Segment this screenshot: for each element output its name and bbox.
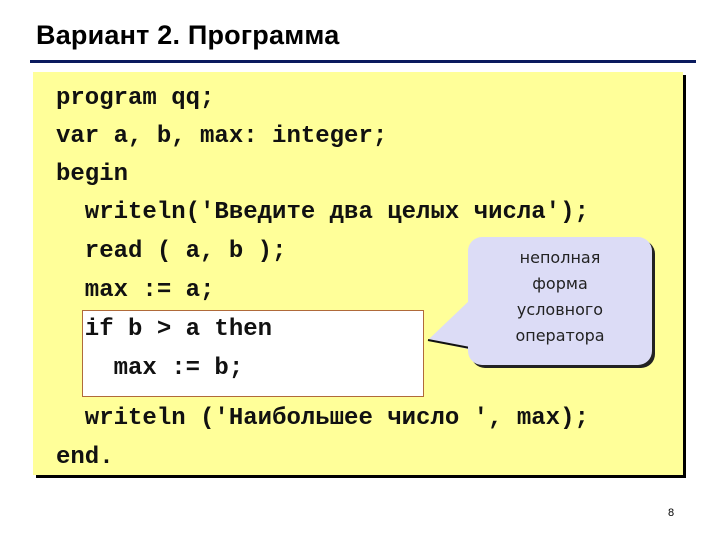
code-line: writeln ('Наибольшее число ', max); bbox=[56, 405, 589, 432]
code-line: begin bbox=[56, 161, 129, 188]
code-line: read ( a, b ); bbox=[56, 238, 287, 265]
code-line: max := a; bbox=[56, 277, 215, 304]
callout-line: оператора bbox=[515, 326, 605, 345]
title-underline bbox=[30, 60, 696, 63]
code-line: if b > a then bbox=[56, 316, 273, 343]
callout-line: условного bbox=[516, 300, 604, 319]
slide-title: Вариант 2. Программа bbox=[36, 20, 340, 50]
code-line: end. bbox=[56, 444, 114, 471]
callout-bubble: неполная форма условного оператора bbox=[468, 237, 652, 365]
code-line: program qq; bbox=[56, 85, 215, 112]
code-line: max := b; bbox=[56, 355, 244, 382]
code-line: writeln('Введите два целых числа'); bbox=[56, 199, 589, 226]
code-line: var a, b, max: integer; bbox=[56, 123, 388, 150]
page-number: 8 bbox=[668, 507, 675, 519]
callout-line: неполная bbox=[519, 248, 601, 267]
callout-line: форма bbox=[532, 274, 588, 293]
